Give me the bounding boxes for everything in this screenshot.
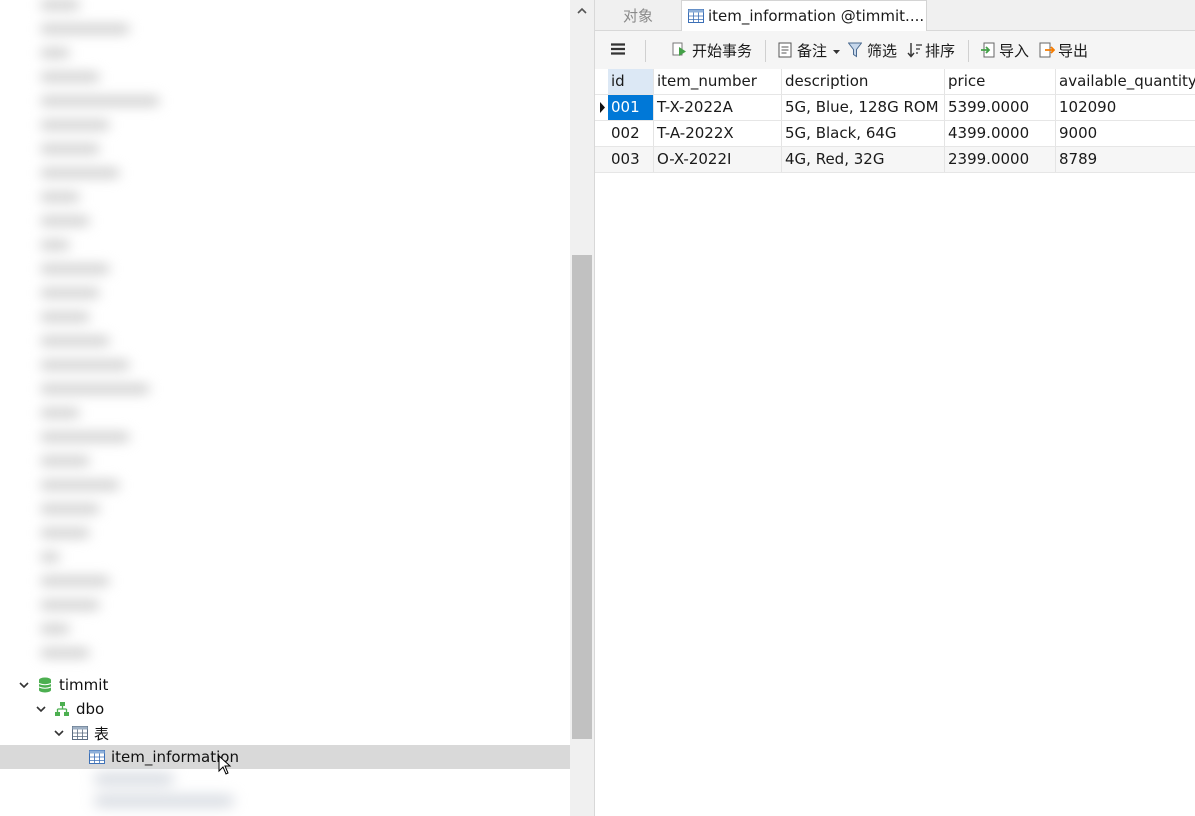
cell-item-number[interactable]: T-A-2022X <box>654 121 782 146</box>
memo-button[interactable]: 备注 <box>777 31 841 69</box>
row-indicator <box>595 121 608 146</box>
tree-node-tables[interactable]: 表 <box>0 721 570 745</box>
current-row-indicator-icon <box>595 95 608 120</box>
cell-description[interactable]: 5G, Black, 64G <box>782 121 945 146</box>
row-indicator-header <box>595 69 608 94</box>
memo-icon <box>777 42 793 58</box>
tab-item-information[interactable]: item_information @timmit.... <box>681 0 927 31</box>
scroll-up-arrow-icon[interactable] <box>575 4 589 18</box>
database-icon <box>37 677 53 693</box>
sort-button[interactable]: 排序 <box>907 31 955 69</box>
chevron-down-icon[interactable] <box>52 726 66 740</box>
cell-id[interactable]: 002 <box>608 121 654 146</box>
column-header-price[interactable]: price <box>945 69 1056 94</box>
tab-active-label: item_information @timmit.... <box>708 7 925 25</box>
tree-node-table-item-information[interactable]: item_information <box>0 745 570 775</box>
export-icon <box>1039 42 1055 58</box>
chevron-down-icon[interactable] <box>17 678 31 692</box>
grid-header-row: id item_number description price availab… <box>595 69 1195 95</box>
cell-price[interactable]: 5399.0000 <box>945 95 1056 120</box>
table-row[interactable]: 001 T-X-2022A 5G, Blue, 128G ROM 5399.00… <box>595 95 1195 121</box>
chevron-down-icon[interactable] <box>34 702 48 716</box>
tree-label-schema: dbo <box>76 700 105 718</box>
cell-id[interactable]: 001 <box>608 95 654 120</box>
toolbar: 开始事务 备注 筛选 排序 导入 导出 <box>595 31 1195 70</box>
navigator-scrollbar[interactable] <box>570 0 594 816</box>
column-header-available-quantity[interactable]: available_quantity <box>1056 69 1195 94</box>
toolbar-separator <box>645 40 646 62</box>
table-editor-panel: 对象 item_information @timmit.... 开始事务 备注 … <box>594 0 1195 816</box>
schema-icon <box>54 701 70 717</box>
cell-available-quantity[interactable]: 9000 <box>1056 121 1195 146</box>
toolbar-separator <box>968 40 969 62</box>
column-header-id[interactable]: id <box>608 69 654 94</box>
menu-button[interactable] <box>611 31 625 69</box>
table-row[interactable]: 003 O-X-2022I 4G, Red, 32G 2399.0000 878… <box>595 147 1195 173</box>
cell-price[interactable]: 4399.0000 <box>945 121 1056 146</box>
filter-label: 筛选 <box>867 41 898 60</box>
object-navigator: timmit dbo 表 item_information <box>0 0 570 816</box>
data-grid: id item_number description price availab… <box>595 69 1195 173</box>
begin-transaction-button[interactable]: 开始事务 <box>672 31 752 69</box>
cell-item-number[interactable]: O-X-2022I <box>654 147 782 172</box>
cell-description[interactable]: 4G, Red, 32G <box>782 147 945 172</box>
blurred-tree-items-below <box>74 770 274 816</box>
column-header-description[interactable]: description <box>782 69 945 94</box>
sort-icon <box>907 42 923 58</box>
import-label: 导入 <box>999 41 1030 60</box>
row-indicator <box>595 147 608 172</box>
tab-objects[interactable]: 对象 <box>595 0 681 30</box>
tree-label-tables: 表 <box>94 724 110 743</box>
cell-available-quantity[interactable]: 8789 <box>1056 147 1195 172</box>
cell-available-quantity[interactable]: 102090 <box>1056 95 1195 120</box>
tree-node-schema[interactable]: dbo <box>0 697 570 721</box>
cell-item-number[interactable]: T-X-2022A <box>654 95 782 120</box>
column-header-item-number[interactable]: item_number <box>654 69 782 94</box>
table-row[interactable]: 002 T-A-2022X 5G, Black, 64G 4399.0000 9… <box>595 121 1195 147</box>
memo-label: 备注 <box>797 41 828 60</box>
blurred-tree-items <box>40 0 240 675</box>
export-button[interactable]: 导出 <box>1039 31 1088 69</box>
hamburger-menu-icon <box>611 41 625 59</box>
tab-bar: 对象 item_information @timmit.... <box>595 0 1195 31</box>
scrollbar-thumb[interactable] <box>572 255 592 739</box>
cell-description[interactable]: 5G, Blue, 128G ROM <box>782 95 945 120</box>
table-icon <box>89 749 105 765</box>
filter-button[interactable]: 筛选 <box>847 31 897 69</box>
import-icon <box>980 42 996 58</box>
dropdown-arrow-icon[interactable] <box>833 41 841 59</box>
cell-price[interactable]: 2399.0000 <box>945 147 1056 172</box>
sort-label: 排序 <box>925 41 956 60</box>
toolbar-separator <box>765 40 766 62</box>
tree-node-database[interactable]: timmit <box>0 673 570 697</box>
cell-id[interactable]: 003 <box>608 147 654 172</box>
import-button[interactable]: 导入 <box>980 31 1029 69</box>
begin-transaction-label: 开始事务 <box>692 41 753 60</box>
tab-objects-label: 对象 <box>622 6 653 25</box>
play-icon <box>672 42 688 58</box>
tree-label-database: timmit <box>59 676 109 694</box>
table-folder-icon <box>72 725 88 741</box>
export-label: 导出 <box>1058 41 1089 60</box>
filter-icon <box>847 42 863 58</box>
table-icon <box>688 8 704 24</box>
